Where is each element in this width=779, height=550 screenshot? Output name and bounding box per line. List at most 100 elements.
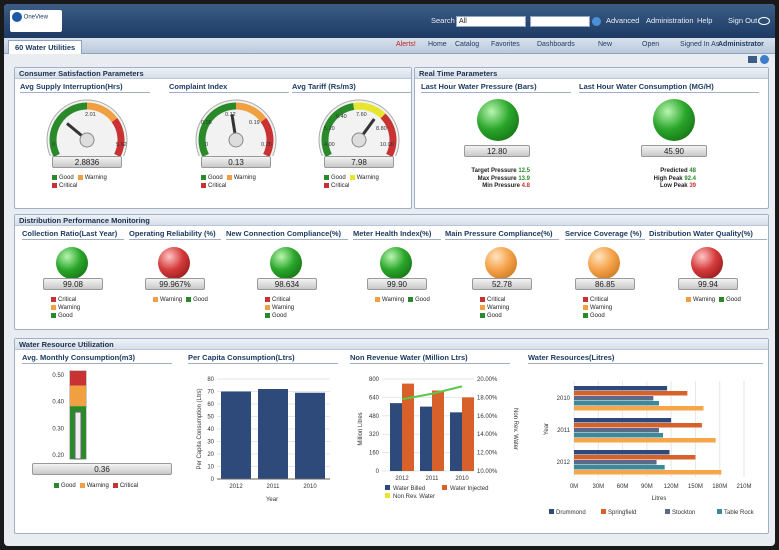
- legend-label: Good: [272, 313, 287, 319]
- legend-swatch: [112, 482, 118, 488]
- legend-swatch: [79, 482, 85, 488]
- legend-swatch: [442, 485, 447, 490]
- gauge-tick-label: 7.60: [356, 112, 367, 118]
- axis-label: Water Injected: [450, 486, 488, 492]
- kpi-value: 86.85: [575, 278, 635, 290]
- bar: [574, 465, 665, 470]
- legend-label: Critical: [208, 183, 227, 189]
- legend-label: Warning: [58, 305, 81, 311]
- legend-label: Good: [415, 297, 430, 303]
- legend-item: Good: [719, 296, 741, 303]
- bar: [574, 396, 654, 401]
- kpi-value: 99.90: [367, 278, 427, 290]
- legend-swatch: [480, 312, 485, 318]
- legend-label: Critical: [487, 297, 506, 303]
- bar: [450, 412, 462, 471]
- legend-item: Good: [51, 312, 73, 319]
- legend-swatch: [717, 509, 722, 514]
- kpi-title: New Connection Compliance(%): [226, 229, 348, 240]
- bar: [574, 406, 704, 411]
- legend-swatch: [201, 182, 206, 188]
- legend-item: Warning: [349, 174, 379, 181]
- gauge-value: 7.98: [324, 156, 394, 168]
- legend-item: Warning: [77, 174, 107, 181]
- app-window: OneView Search All Advanced Administrati…: [4, 4, 775, 546]
- axis-label: 0.20: [52, 453, 64, 459]
- axis-label: 60M: [617, 484, 629, 490]
- axis-label: Drummond: [556, 510, 586, 516]
- axis-label: 0.30: [52, 426, 64, 432]
- axis-label: 480: [369, 414, 380, 420]
- gauge-tick-label: 0.25: [261, 142, 272, 148]
- bar: [574, 460, 657, 465]
- legend-item: Critical: [112, 482, 138, 489]
- legend-swatch: [349, 174, 355, 180]
- legend-label: Good: [590, 313, 605, 319]
- legend-item: Warning: [51, 304, 81, 311]
- legend-item: Good: [265, 312, 287, 319]
- gauge-legend: Good Warning Critical: [201, 174, 281, 190]
- legend-label: Good: [61, 483, 76, 489]
- kpi-title: Main Pressure Compliance(%): [445, 229, 559, 240]
- axis-label: 0.40: [52, 400, 64, 406]
- legend-swatch: [583, 296, 588, 302]
- bar: [574, 391, 688, 396]
- legend-swatch: [375, 296, 380, 302]
- axis-label: 10.00%: [477, 469, 498, 475]
- gauge-tick-label: 5.20: [324, 126, 335, 132]
- kpi-legend: Warning Good: [153, 296, 213, 304]
- legend-item: Warning: [375, 296, 405, 303]
- kpi-title: Collection Ratio(Last Year): [22, 229, 124, 240]
- gauge-tick-label: 8.80: [376, 126, 387, 132]
- kpi-title: Distribution Water Quality(%): [649, 229, 767, 240]
- legend-item: Good: [480, 312, 502, 319]
- legend-item: Warning: [79, 482, 109, 489]
- axis-label: Year: [266, 497, 278, 503]
- legend-swatch: [265, 296, 270, 302]
- axis-label: 20.00%: [477, 377, 498, 383]
- legend-label: Warning: [590, 305, 613, 311]
- kpi-status-icon: [380, 247, 412, 279]
- gauge-tick-label: 0.19: [249, 120, 260, 126]
- legend-label: Good: [726, 297, 741, 303]
- axis-label: Non Rev. Water: [512, 408, 518, 450]
- kpi-legend: Critical Warning Good: [265, 296, 325, 320]
- legend-item: Warning: [226, 174, 256, 181]
- legend-label: Warning: [382, 297, 405, 303]
- axis-label: 20: [207, 452, 214, 458]
- legend-swatch: [583, 304, 588, 310]
- monthly-consumption-legend: Good Warning Critical: [54, 482, 142, 490]
- kpi-status-icon: [270, 247, 302, 279]
- axis-label: 800: [369, 377, 380, 383]
- kpi-legend: Critical Warning Good: [480, 296, 540, 320]
- legend-label: Warning: [84, 175, 107, 181]
- axis-label: Million Litres: [358, 412, 364, 445]
- axis-label: 2010: [303, 484, 317, 490]
- kpi-status-icon: [588, 247, 620, 279]
- kpi-title: Meter Health Index(%): [353, 229, 441, 240]
- axis-label: 2012: [395, 476, 409, 482]
- legend-swatch: [54, 482, 59, 488]
- legend-swatch: [153, 296, 158, 302]
- legend-swatch: [385, 485, 390, 490]
- axis-label: 2010: [557, 396, 571, 402]
- axis-label: 50: [207, 415, 214, 421]
- axis-label: 210M: [736, 484, 751, 490]
- axis-label: 2011: [267, 484, 281, 490]
- axis-label: Table Rock: [724, 510, 755, 516]
- gauge-dial: 0 2.01 5.62: [46, 99, 128, 156]
- kpi-legend: Critical Warning Good: [583, 296, 643, 320]
- axis-label: Litres: [652, 496, 667, 502]
- axis-label: 14.00%: [477, 432, 498, 438]
- legend-label: Good: [487, 313, 502, 319]
- bar: [258, 389, 288, 479]
- gauge-tick-label: 2.01: [85, 112, 96, 118]
- legend-label: Warning: [272, 305, 295, 311]
- bar: [221, 391, 251, 479]
- axis-label: 70: [207, 390, 214, 396]
- gauge-hub: [79, 132, 95, 148]
- legend-item: Warning: [480, 304, 509, 311]
- legend-swatch: [583, 312, 588, 318]
- axis-label: 0: [211, 477, 215, 483]
- legend-swatch: [77, 174, 83, 180]
